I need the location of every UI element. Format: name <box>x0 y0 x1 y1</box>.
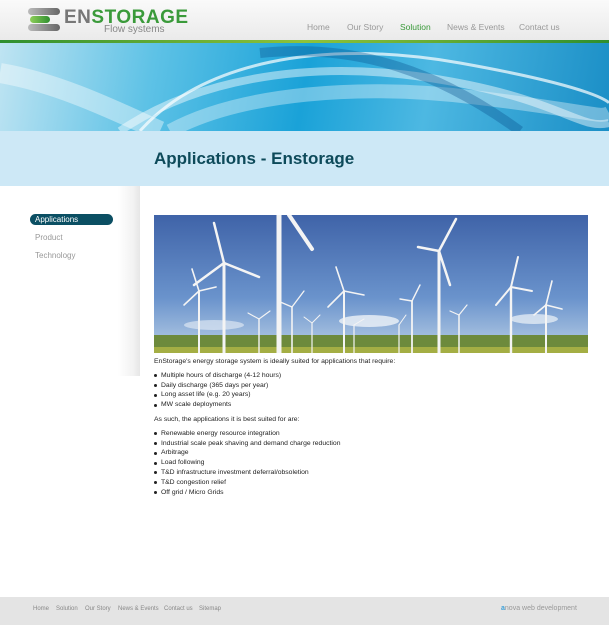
list-item: Arbitrage <box>154 448 594 458</box>
list-item: Daily discharge (365 days per year) <box>154 381 594 391</box>
wind-turbines-photo <box>154 215 588 353</box>
intro-text: EnStorage's energy storage system is ide… <box>154 358 396 365</box>
banner-swirl-graphic <box>0 46 609 131</box>
enstorage-logo[interactable]: ENSTORAGE Flow systems <box>28 6 188 36</box>
list-item: Industrial scale peak shaving and demand… <box>154 439 594 449</box>
credit-rest: nova web development <box>504 605 577 612</box>
sidebar-shadow <box>118 186 140 376</box>
nav-contact-us[interactable]: Contact us <box>519 22 560 32</box>
footer-link-home[interactable]: Home <box>33 606 49 612</box>
nav-home[interactable]: Home <box>307 22 330 32</box>
nav-news-events[interactable]: News & Events <box>447 22 505 32</box>
anova-credit-link[interactable]: anova web development <box>501 605 577 612</box>
logo-en: EN <box>64 7 92 28</box>
list-item: Renewable energy resource integration <box>154 429 594 439</box>
nav-our-story[interactable]: Our Story <box>347 22 383 32</box>
sidebar-item-technology[interactable]: Technology <box>30 250 113 261</box>
content-body: EnStorage's energy storage system is ide… <box>154 357 594 502</box>
suited-intro-text: As such, the applications it is best sui… <box>154 415 300 423</box>
list-item: T&D congestion relief <box>154 478 594 488</box>
list-item: Multiple hours of discharge (4-12 hours) <box>154 371 594 381</box>
hero-banner <box>0 43 609 131</box>
footer-link-news-events[interactable]: News & Events <box>118 606 159 612</box>
list-item: Load following <box>154 458 594 468</box>
footer-link-contact-us[interactable]: Contact us <box>164 606 193 612</box>
list-item: MW scale deployments <box>154 400 594 410</box>
list-item: T&D infrastructure investment deferral/o… <box>154 468 594 478</box>
requirements-list: Multiple hours of discharge (4-12 hours)… <box>154 371 594 410</box>
nav-solution[interactable]: Solution <box>400 22 431 32</box>
footer-link-solution[interactable]: Solution <box>56 606 78 612</box>
page-title: Applications - Enstorage <box>154 149 355 168</box>
list-item: Off grid / Micro Grids <box>154 488 594 498</box>
sidebar-item-applications[interactable]: Applications <box>30 214 113 225</box>
footer-link-sitemap[interactable]: Sitemap <box>199 606 221 612</box>
logo-bars-icon <box>28 8 63 32</box>
logo-subtitle: Flow systems <box>104 24 165 35</box>
sidebar-item-product[interactable]: Product <box>30 232 113 243</box>
footer-link-our-story[interactable]: Our Story <box>85 606 111 612</box>
list-item: Long asset life (e.g. 20 years) <box>154 390 594 400</box>
applications-list: Renewable energy resource integration In… <box>154 429 594 498</box>
